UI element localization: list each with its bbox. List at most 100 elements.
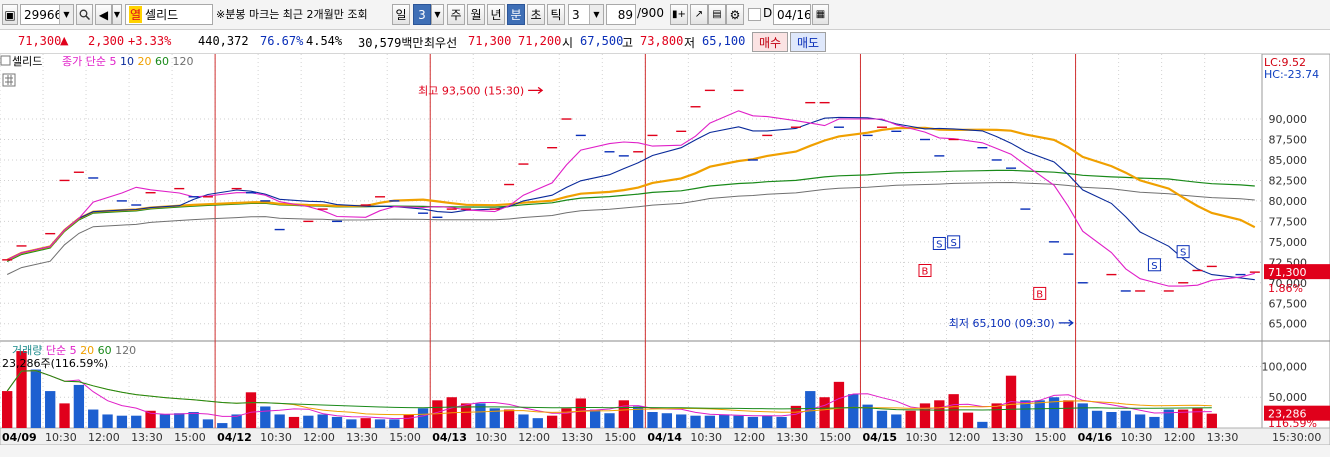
chart-background <box>0 54 1330 457</box>
time-tick-label: 04/16 <box>1078 431 1113 444</box>
interval-select[interactable]: 3 ▼ <box>568 4 604 25</box>
ask-price: 71,300 <box>468 34 512 48</box>
chevron-down-icon[interactable]: ▼ <box>589 5 603 24</box>
high-label: 고 <box>622 36 634 50</box>
speaker-dropdown-icon[interactable]: ▼ <box>112 4 122 25</box>
grid-toggle-icon[interactable] <box>2 73 16 87</box>
quote-bar: 71,300 ▲ 2,300 +3.33% 440,372 76.67% 4.5… <box>0 30 1330 54</box>
volume-bar <box>360 418 371 428</box>
current-price: 71,300 <box>18 34 62 48</box>
volume-bar <box>346 419 357 428</box>
signal-label: B <box>922 267 929 278</box>
volume-bar <box>518 414 529 428</box>
speaker-icon[interactable]: ◀ <box>95 4 112 25</box>
turnover-rate: 4.54% <box>306 34 343 48</box>
period-minute[interactable]: 분 <box>507 4 525 25</box>
stock-code-input[interactable]: 299660 ▼ <box>20 4 74 25</box>
indicator-icon[interactable]: ▮+ <box>670 4 688 25</box>
toolbar: ▣ 299660 ▼ ◀ ▼ 열 셀리드 ※분봉 마크는 최근 2개월만 조회 … <box>0 0 1330 30</box>
volume-bar <box>733 415 744 428</box>
current-volume-pct-tag: 116.59% <box>1268 417 1317 430</box>
time-tick-label: 04/14 <box>647 431 682 444</box>
price-tick-label: 75,000 <box>1269 236 1308 249</box>
sell-signal-icon: S <box>1176 245 1190 259</box>
volume-bar <box>417 408 429 428</box>
up-triangle-icon: ▲ <box>60 34 69 47</box>
legend-period: 20 <box>137 55 155 68</box>
high-price: 73,800 <box>640 34 684 48</box>
legend-period: 120 <box>172 55 193 68</box>
period-day[interactable]: 일 <box>392 4 410 25</box>
volume-summary: 23,286주(116.59%) <box>2 357 108 370</box>
volume-bar <box>905 410 916 428</box>
price-panel-title: 셀리드 <box>12 55 42 68</box>
save-icon[interactable]: ▤ <box>708 4 726 25</box>
sell-signal-icon: S <box>1147 258 1161 272</box>
time-tick-label: 13:30 <box>992 431 1024 444</box>
price-tick-label: 77,500 <box>1269 215 1308 228</box>
legend-period: 5 <box>109 55 120 68</box>
buy-button[interactable]: 매수 <box>752 32 788 52</box>
gear-icon[interactable]: ⚙ <box>726 4 744 25</box>
volume-bar <box>977 421 988 428</box>
current-price-tag: 71,300 <box>1268 266 1307 279</box>
volume-ratio: 76.67% <box>260 34 304 48</box>
period-week[interactable]: 주 <box>447 4 465 25</box>
volume-bar <box>1120 410 1131 428</box>
volume-bar <box>1106 412 1117 428</box>
price-tick-label: 67,500 <box>1269 297 1308 310</box>
period-day-count[interactable]: 3 <box>413 4 431 25</box>
date-checkbox[interactable] <box>748 8 761 21</box>
volume-bar <box>274 414 285 428</box>
open-price: 67,500 <box>580 34 624 48</box>
volume-bar <box>919 403 931 428</box>
volume-bar <box>546 415 558 428</box>
volume-bar <box>1077 403 1088 428</box>
volume-bar <box>1134 414 1146 428</box>
volume-bar <box>303 415 314 428</box>
hc-label: HC:-23.74 <box>1264 68 1319 81</box>
volume-bar <box>776 416 787 428</box>
volume-bar <box>59 403 70 428</box>
time-tick-label: 15:00 <box>819 431 851 444</box>
volume-bar <box>1091 410 1103 428</box>
volume-bar <box>73 384 85 428</box>
buy-signal-icon: B <box>1033 286 1047 300</box>
minute-mark-notice: ※분봉 마크는 최근 2개월만 조회 <box>216 8 368 21</box>
scroll-area[interactable] <box>0 445 1330 457</box>
period-month[interactable]: 월 <box>467 4 485 25</box>
volume-bar <box>202 419 214 428</box>
best-quote-label: 최우선 <box>424 36 458 50</box>
panel-menu-icon[interactable] <box>0 55 11 66</box>
low-label: 저 <box>684 36 696 50</box>
chart-area[interactable]: BS SBSS 최고 93,500 (15:30)최저 65,100 (09:30… <box>0 54 1330 457</box>
period-day-dropdown-icon[interactable]: ▼ <box>431 4 444 25</box>
search-icon[interactable] <box>76 4 93 25</box>
stock-name-field[interactable]: 열 셀리드 <box>125 4 213 25</box>
legend-period: 120 <box>115 344 136 357</box>
time-display: 15:30:00 <box>1272 431 1321 444</box>
period-tick[interactable]: 틱 <box>547 4 565 25</box>
time-tick-label: 10:30 <box>260 431 292 444</box>
date-input[interactable]: 04/16 <box>773 4 811 25</box>
time-tick-label: 10:30 <box>690 431 722 444</box>
price-tick-label: 65,000 <box>1269 318 1308 331</box>
time-tick-label: 13:30 <box>131 431 163 444</box>
count-total: /900 <box>637 6 664 20</box>
count-input[interactable]: 89 <box>606 4 636 25</box>
volume-bar <box>503 409 515 428</box>
calendar-icon[interactable]: ▦ <box>812 4 829 25</box>
menu-icon[interactable]: ▣ <box>2 4 18 25</box>
chevron-down-icon[interactable]: ▼ <box>59 5 73 24</box>
time-tick-label: 04/09 <box>2 431 37 444</box>
legend-period: 60 <box>155 55 173 68</box>
sell-button[interactable]: 매도 <box>790 32 826 52</box>
time-tick-label: 12:00 <box>1164 431 1196 444</box>
sell-signal-icon: S <box>932 236 946 250</box>
volume-bar <box>647 412 658 428</box>
period-second[interactable]: 초 <box>527 4 545 25</box>
line-tool-icon[interactable]: ↗ <box>690 4 708 25</box>
period-year[interactable]: 년 <box>487 4 505 25</box>
volume-bar <box>690 415 701 428</box>
volume-bar <box>532 418 543 428</box>
